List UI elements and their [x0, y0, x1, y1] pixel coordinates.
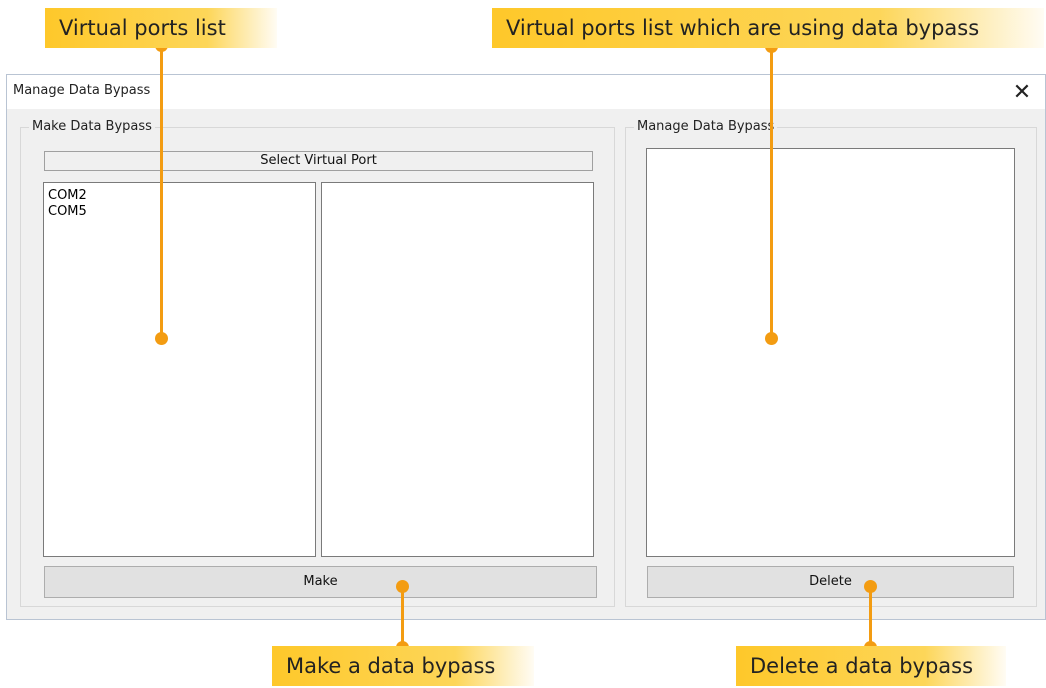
callout-delete-bypass: Delete a data bypass — [736, 646, 1006, 686]
make-button[interactable]: Make — [44, 566, 597, 598]
bypass-ports-list[interactable] — [646, 148, 1015, 557]
list-item[interactable]: COM5 — [44, 204, 315, 220]
make-data-bypass-group: Make Data Bypass Select Virtual Port COM… — [20, 119, 615, 607]
list-item[interactable]: COM2 — [44, 188, 315, 204]
target-ports-list[interactable] — [321, 182, 594, 557]
virtual-ports-list[interactable]: COM2 COM5 — [43, 182, 316, 557]
callout-bypass-ports-list: Virtual ports list which are using data … — [492, 8, 1044, 48]
callout-make-bypass: Make a data bypass — [272, 646, 534, 686]
make-group-label: Make Data Bypass — [29, 119, 155, 134]
leader-dot-bypass-list — [765, 332, 778, 345]
manage-data-bypass-group: Manage Data Bypass Delete — [625, 119, 1037, 607]
close-icon[interactable]: ✕ — [1007, 77, 1037, 107]
leader-line-delete — [869, 586, 872, 648]
leader-dot-make — [396, 580, 409, 593]
leader-line-bypass-list — [770, 48, 773, 338]
leader-line-ports-list — [160, 42, 163, 338]
manage-group-label: Manage Data Bypass — [634, 119, 778, 134]
leader-dot-ports-list — [155, 332, 168, 345]
leader-dot-delete — [864, 580, 877, 593]
select-virtual-port-header: Select Virtual Port — [44, 151, 593, 171]
leader-line-make — [401, 586, 404, 648]
callout-virtual-ports-list: Virtual ports list — [45, 8, 277, 48]
delete-button[interactable]: Delete — [647, 566, 1014, 598]
window-title: Manage Data Bypass — [13, 83, 151, 98]
